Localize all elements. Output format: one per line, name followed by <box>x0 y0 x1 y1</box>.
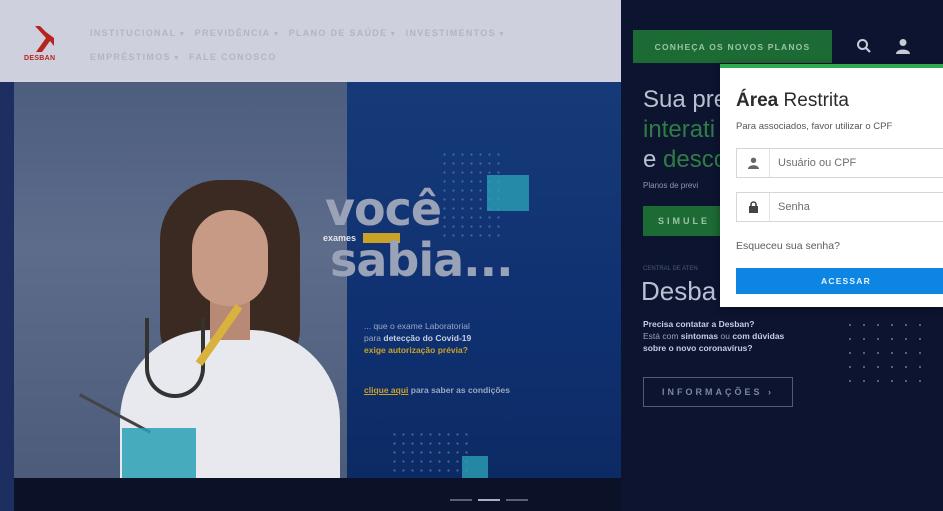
help-paragraph: Precisa contatar a Desban? Está com sint… <box>643 319 785 353</box>
hero-paragraph: ... que o exame Laboratorial para detecç… <box>364 321 472 355</box>
hero-banner[interactable]: você exames sabia... ... que o exame Lab… <box>0 0 621 511</box>
nav-secondary: EMPRÉSTIMOS ▼ FALE CONOSCO <box>90 52 277 62</box>
right-headline-2: interati <box>643 116 716 143</box>
username-field[interactable] <box>736 148 943 178</box>
carousel-dot[interactable] <box>506 499 528 501</box>
decorative-square <box>487 175 529 211</box>
nav-primary: INSTITUCIONAL ▼ PREVIDÊNCIA ▼ PLANO DE SAÚ… <box>90 28 506 38</box>
decorative-dots <box>843 318 933 388</box>
search-icon[interactable] <box>856 38 872 54</box>
top-navbar <box>0 0 621 82</box>
lock-icon <box>737 201 769 213</box>
forgot-password-link[interactable]: Esqueceu sua senha? <box>736 240 840 252</box>
hero-headline-voce: você <box>325 182 442 236</box>
restricted-area-dropdown: Área Restrita Para associados, favor uti… <box>720 64 943 307</box>
chevron-down-icon: ▼ <box>272 31 281 38</box>
login-submit-button[interactable]: ACESSAR <box>736 268 943 294</box>
right-subtext: Planos de previ <box>643 181 699 190</box>
decorative-dots <box>390 430 470 478</box>
desban-title: Desba <box>641 276 717 306</box>
hero-headline-sabia: sabia... <box>330 233 514 287</box>
decorative-square <box>462 456 488 478</box>
login-title: Área Restrita <box>736 90 849 111</box>
nav-item-investimentos[interactable]: INVESTIMENTOS ▼ <box>406 28 506 38</box>
hero-conditions-text: clique aqui para saber as condições <box>364 385 510 395</box>
new-plans-button[interactable]: CONHEÇA OS NOVOS PLANOS <box>633 30 832 63</box>
carousel-indicators[interactable] <box>450 499 528 501</box>
user-icon[interactable] <box>896 38 910 54</box>
nav-item-plano-de-saude[interactable]: PLANO DE SAÚDE ▼ <box>289 28 398 38</box>
nav-item-fale-conosco[interactable]: FALE CONOSCO <box>189 52 277 62</box>
nav-item-emprestimos[interactable]: EMPRÉSTIMOS ▼ <box>90 52 181 62</box>
right-headline-1: Sua pre <box>643 86 728 113</box>
chevron-down-icon: ▼ <box>172 55 182 62</box>
login-description: Para associados, favor utilizar o CPF <box>736 121 893 132</box>
chevron-down-icon: ▼ <box>178 31 187 38</box>
hero-bottom-strip <box>14 478 621 511</box>
simulate-button[interactable]: SIMULE <box>643 206 725 236</box>
hero-blue-panel <box>347 80 621 500</box>
chevron-down-icon: ▼ <box>497 31 507 38</box>
username-input[interactable] <box>769 149 943 177</box>
carousel-dot[interactable] <box>450 499 472 501</box>
logo-text: DESBAN <box>24 55 56 62</box>
password-field[interactable] <box>736 192 943 222</box>
chevron-down-icon: ▼ <box>389 31 398 38</box>
logo-icon <box>35 26 54 52</box>
password-input[interactable] <box>769 193 943 221</box>
central-label: CENTRAL DE ATEN <box>643 266 698 272</box>
right-headline-3: e desco <box>643 146 728 173</box>
desban-logo[interactable]: DESBAN <box>24 22 64 68</box>
nav-item-institucional[interactable]: INSTITUCIONAL ▼ <box>90 28 187 38</box>
conditions-link[interactable]: clique aqui <box>364 385 408 395</box>
nav-item-previdencia[interactable]: PREVIDÊNCIA ▼ <box>195 28 281 38</box>
stethoscope-shape <box>145 318 205 398</box>
user-icon <box>737 157 769 169</box>
carousel-dot-active[interactable] <box>478 499 500 501</box>
information-button[interactable]: INFORMAÇÕES › <box>643 377 793 407</box>
